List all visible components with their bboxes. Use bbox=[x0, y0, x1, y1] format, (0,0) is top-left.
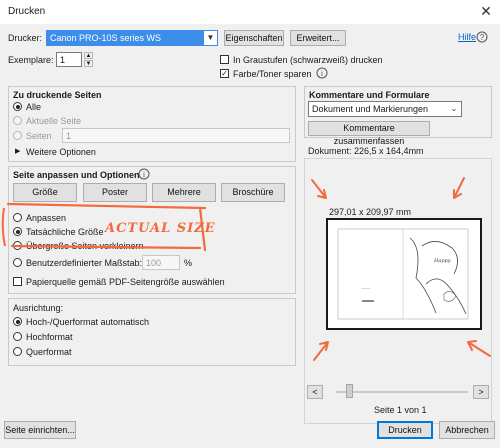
annotation-text: ACTUAL SIZE bbox=[105, 221, 216, 236]
portrait-label: Hochformat bbox=[26, 332, 73, 342]
advanced-button[interactable]: Erweitert... bbox=[290, 30, 346, 46]
ink-save-label: Farbe/Toner sparen bbox=[233, 69, 312, 79]
more-options-link[interactable]: Weitere Optionen bbox=[26, 147, 96, 157]
pages-current-label: Aktuelle Seite bbox=[26, 116, 82, 126]
pages-range-field[interactable]: 1 bbox=[62, 128, 290, 143]
portrait-radio[interactable] bbox=[13, 332, 22, 341]
page-setup-button[interactable]: Seite einrichten... bbox=[4, 421, 76, 439]
cancel-button[interactable]: Abbrechen bbox=[439, 421, 495, 439]
landscape-radio[interactable] bbox=[13, 347, 22, 356]
print-button[interactable]: Drucken bbox=[377, 421, 433, 439]
sizing-heading: Seite anpassen und Optionen bbox=[13, 170, 140, 180]
pages-range-label: Seiten bbox=[26, 131, 52, 141]
copies-down-arrow-icon[interactable]: ▼ bbox=[84, 60, 93, 67]
help-link[interactable]: Hilfe bbox=[458, 32, 476, 42]
ink-save-checkbox[interactable]: ✓ bbox=[220, 69, 229, 78]
zoom-slider-thumb[interactable] bbox=[346, 384, 354, 398]
auto-orientation-label: Hoch-/Querformat automatisch bbox=[26, 317, 150, 327]
prev-page-button[interactable]: < bbox=[307, 385, 323, 399]
copies-field[interactable]: 1 bbox=[56, 52, 82, 67]
window-title: Drucken bbox=[8, 6, 46, 17]
printer-label: Drucker: bbox=[8, 33, 43, 43]
paper-source-label: Papierquelle gemäß PDF-Seitengröße auswä… bbox=[26, 277, 225, 287]
comments-selected-value: Dokument und Markierungen bbox=[312, 104, 429, 114]
document-size: Dokument: 226,5 x 164,4mm bbox=[308, 146, 424, 156]
title-bar: Drucken ✕ bbox=[0, 0, 500, 24]
scale-unit: % bbox=[184, 258, 193, 268]
annotation-arrows bbox=[311, 177, 491, 361]
info-icon[interactable]: i bbox=[138, 168, 150, 180]
scale-value: 100 bbox=[146, 258, 162, 268]
pages-range-value: 1 bbox=[66, 131, 72, 141]
svg-text:i: i bbox=[321, 69, 324, 78]
printer-selected-value: Canon PRO-10S series WS bbox=[50, 33, 162, 43]
svg-text:?: ? bbox=[480, 33, 485, 42]
orientation-heading: Ausrichtung: bbox=[13, 303, 64, 313]
copies-value: 1 bbox=[60, 55, 66, 65]
comments-select[interactable]: Dokument und Markierungen ⌄ bbox=[308, 101, 462, 117]
pages-all-radio[interactable] bbox=[13, 102, 22, 111]
expand-triangle-icon[interactable]: ▶ bbox=[15, 147, 20, 155]
grayscale-checkbox[interactable] bbox=[220, 55, 229, 64]
paper-source-checkbox[interactable] bbox=[13, 277, 22, 286]
custom-scale-radio[interactable] bbox=[13, 258, 22, 267]
pages-current-radio[interactable] bbox=[13, 116, 22, 125]
summarize-comments-button[interactable]: Kommentare zusammenfassen bbox=[308, 121, 430, 146]
svg-text:i: i bbox=[143, 170, 146, 179]
custom-scale-label: Benutzerdefinierter Maßstab: bbox=[26, 258, 143, 268]
pages-heading: Zu druckende Seiten bbox=[13, 90, 102, 100]
chevron-down-icon: ⌄ bbox=[450, 104, 458, 113]
pages-range-radio[interactable] bbox=[13, 131, 22, 140]
copies-label: Exemplare: bbox=[8, 55, 54, 65]
zoom-slider-track bbox=[336, 391, 468, 393]
booklet-button[interactable]: Broschüre bbox=[221, 183, 285, 202]
landscape-label: Querformat bbox=[26, 347, 72, 357]
pages-all-label: Alle bbox=[26, 102, 42, 112]
copies-up-arrow-icon[interactable]: ▲ bbox=[84, 52, 93, 59]
chevron-down-icon: ▼ bbox=[203, 31, 217, 45]
page-indicator: Seite 1 von 1 bbox=[374, 405, 427, 415]
grayscale-label: In Graustufen (schwarzweiß) drucken bbox=[233, 55, 383, 65]
close-icon[interactable]: ✕ bbox=[478, 3, 494, 19]
help-icon[interactable]: ? bbox=[476, 31, 488, 43]
printer-select[interactable]: Canon PRO-10S series WS ▼ bbox=[46, 30, 218, 46]
info-icon[interactable]: i bbox=[316, 67, 328, 79]
auto-orientation-radio[interactable] bbox=[13, 317, 22, 326]
properties-button[interactable]: Eigenschaften bbox=[224, 30, 284, 46]
comments-heading: Kommentare und Formulare bbox=[309, 90, 430, 100]
next-page-button[interactable]: > bbox=[473, 385, 489, 399]
